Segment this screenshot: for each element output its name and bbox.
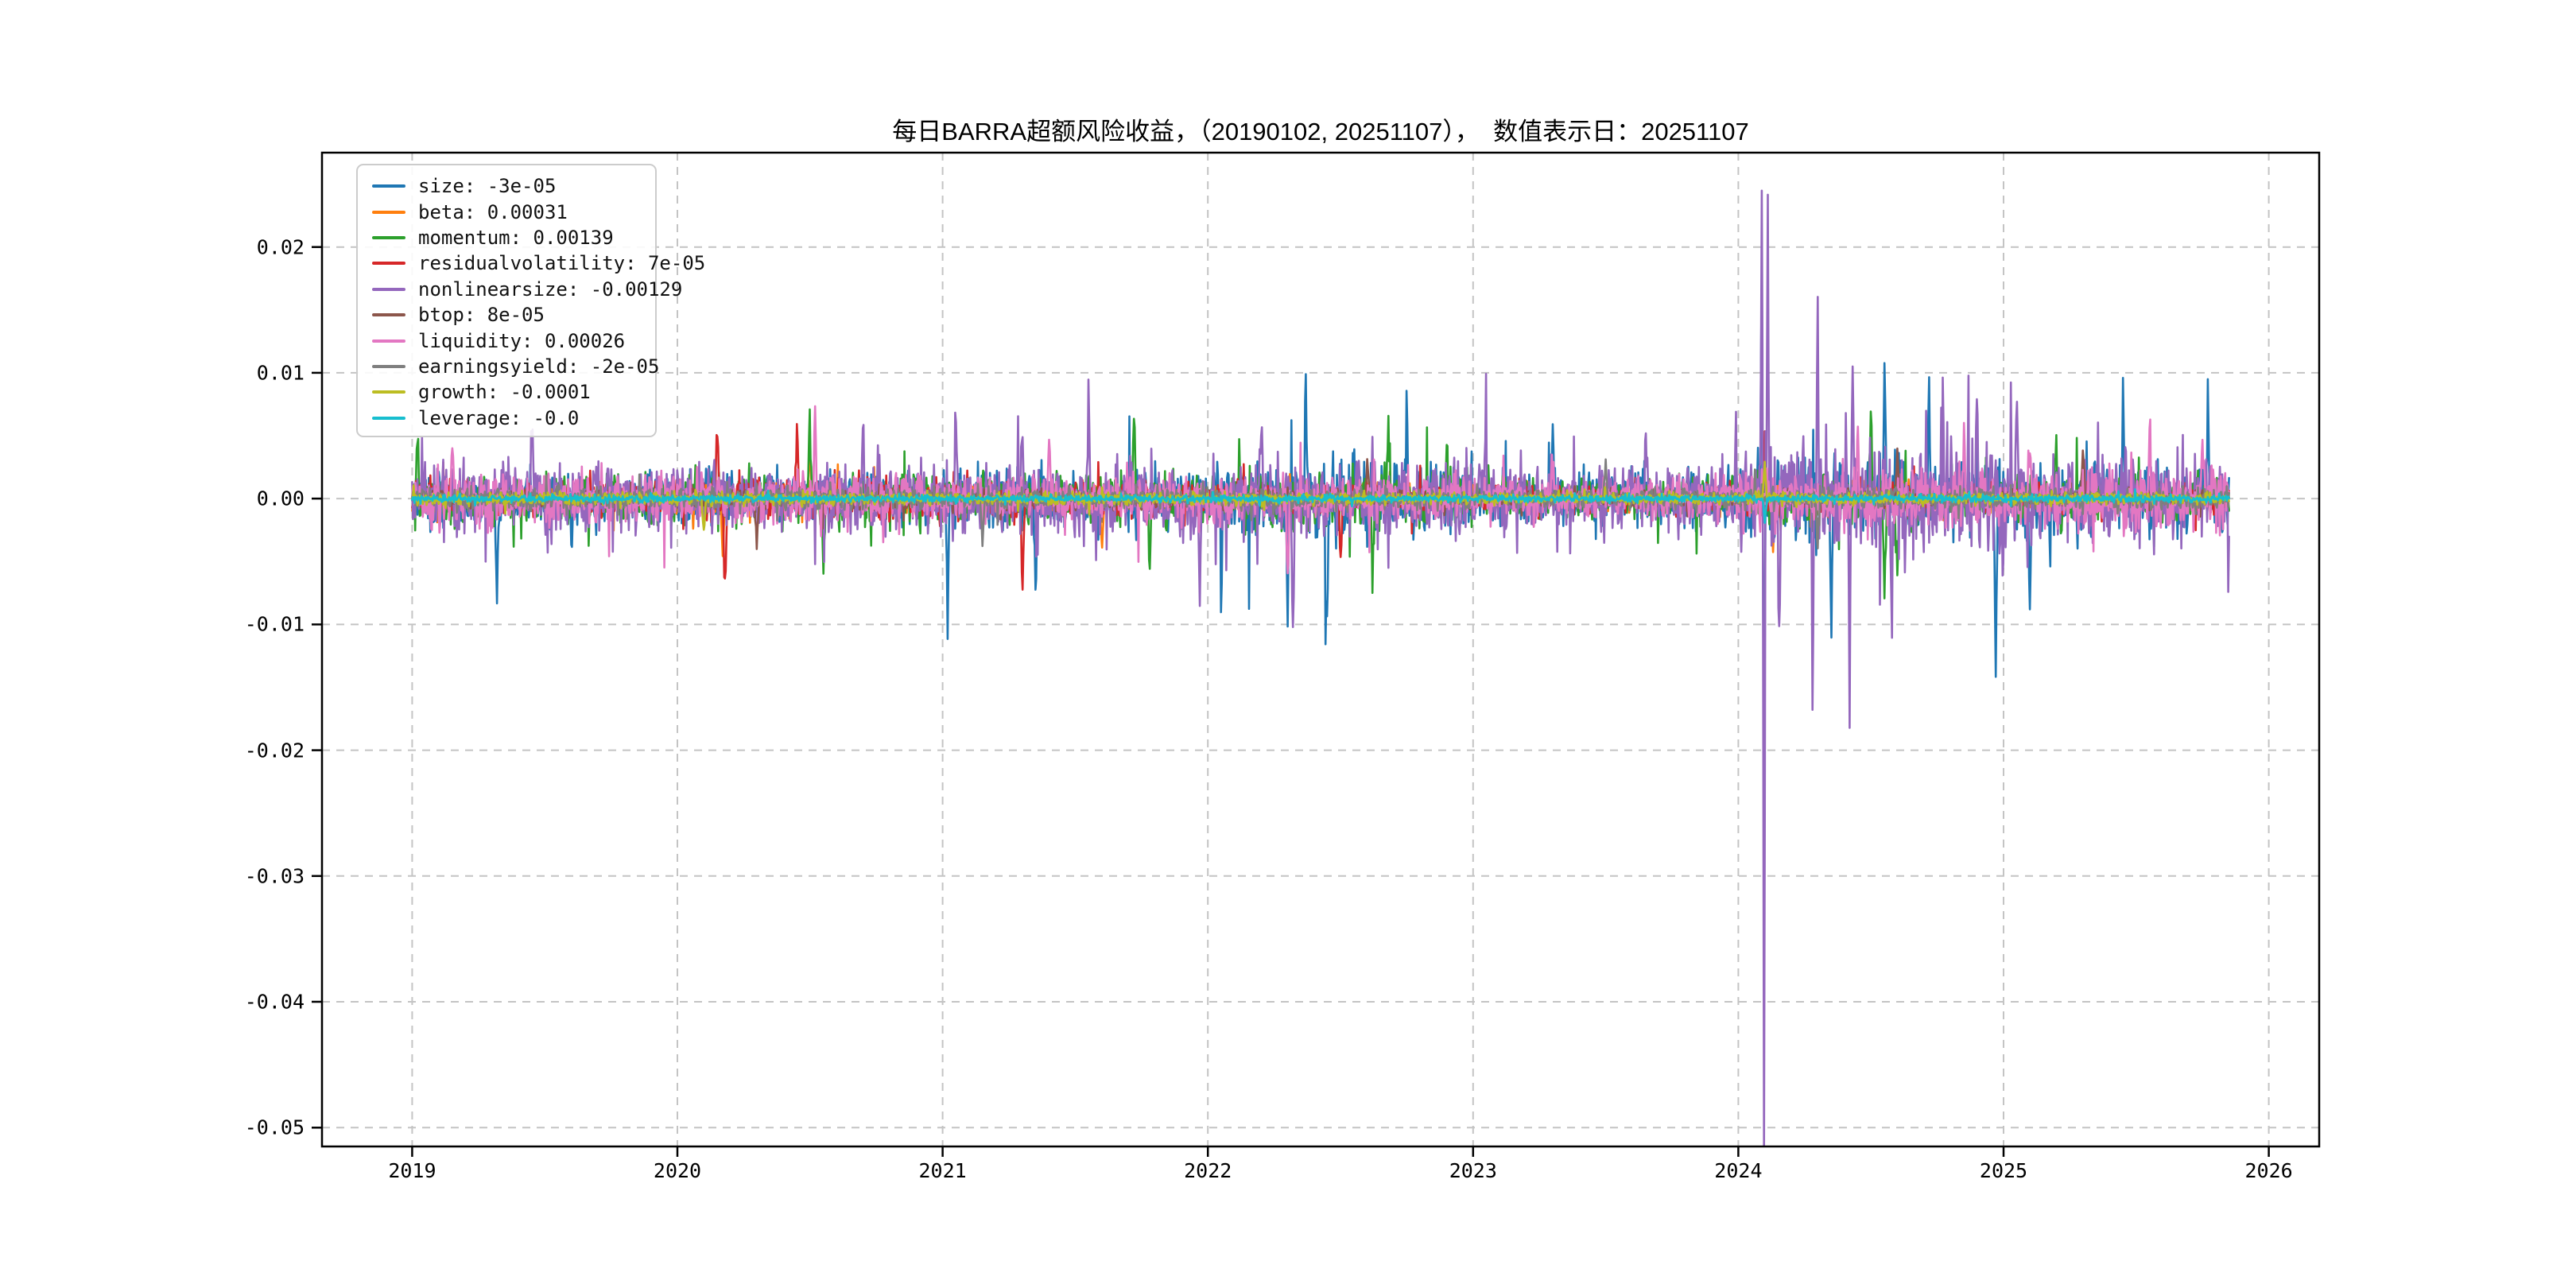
legend-line-swatch-beta — [372, 210, 405, 214]
y-tick-label: 0.00 — [256, 487, 305, 510]
legend-label: liquidity: 0.00026 — [418, 329, 626, 352]
series-line-nonlinearsize — [411, 189, 2230, 1146]
legend-label: residualvolatility: 7e-05 — [418, 252, 706, 275]
legend-item-earningsyield: earningsyield: -2e-05 — [367, 354, 659, 379]
legend-line-swatch-earningsyield — [372, 364, 405, 368]
y-tick-label: -0.02 — [244, 739, 305, 762]
legend-line-swatch-btop — [372, 313, 405, 317]
legend-item-nonlinearsize: nonlinearsize: -0.00129 — [367, 277, 682, 302]
legend-item-beta: beta: 0.00031 — [367, 199, 655, 224]
y-tick-label: -0.03 — [244, 864, 305, 888]
legend-item-size: size: -3e-05 — [367, 173, 655, 199]
legend-line-swatch-size — [372, 184, 405, 188]
y-tick-label: 0.01 — [256, 361, 305, 385]
legend-label: leverage: -0.0 — [418, 406, 580, 429]
x-tick-label: 2020 — [653, 1159, 702, 1182]
legend-label: momentum: 0.00139 — [418, 226, 614, 249]
legend-item-momentum: momentum: 0.00139 — [367, 225, 655, 250]
legend-line-swatch-leverage — [372, 416, 405, 420]
legend-item-residualvolatility: residualvolatility: 7e-05 — [367, 250, 705, 276]
chart-title: 每日BARRA超额风险收益，（20190102, 20251107）， 数值表示… — [892, 118, 1749, 145]
x-tick-label: 2019 — [388, 1159, 436, 1182]
legend-line-swatch-momentum — [372, 235, 405, 239]
legend-label: nonlinearsize: -0.00129 — [418, 277, 683, 301]
plot-series — [411, 189, 2230, 1146]
legend-line-swatch-residualvolatility — [372, 262, 405, 266]
legend-item-btop: btop: 8e-05 — [367, 302, 655, 328]
legend-label: earningsyield: -2e-05 — [418, 355, 660, 378]
y-tick-label: -0.04 — [244, 990, 305, 1014]
legend-line-swatch-liquidity — [372, 339, 405, 343]
y-tick-label: -0.01 — [244, 612, 305, 636]
y-tick-label: -0.05 — [244, 1115, 305, 1139]
legend-item-growth: growth: -0.0001 — [367, 379, 655, 405]
legend-item-leverage: leverage: -0.0 — [367, 405, 655, 431]
x-tick-label: 2023 — [1449, 1159, 1497, 1182]
figure: 每日BARRA超额风险收益，（20190102, 20251107）， 数值表示… — [0, 0, 2576, 1288]
x-tick-label: 2024 — [1714, 1159, 1763, 1182]
legend: size: -3e-05 beta: 0.00031 momentum: 0.001… — [356, 164, 705, 437]
x-tick-label: 2022 — [1184, 1159, 1232, 1182]
legend-line-swatch-growth — [372, 390, 405, 394]
x-tick-label: 2021 — [918, 1159, 967, 1182]
legend-label: btop: 8e-05 — [418, 304, 545, 327]
x-tick-label: 2026 — [2244, 1159, 2293, 1182]
legend-label: beta: 0.00031 — [418, 200, 568, 223]
x-tick-label: 2025 — [1979, 1159, 2028, 1182]
legend-line-swatch-nonlinearsize — [372, 287, 405, 291]
legend-label: growth: -0.0001 — [418, 381, 591, 404]
legend-item-liquidity: liquidity: 0.00026 — [367, 328, 655, 353]
y-tick-label: 0.02 — [256, 235, 305, 259]
legend-label: size: -3e-05 — [418, 175, 557, 198]
